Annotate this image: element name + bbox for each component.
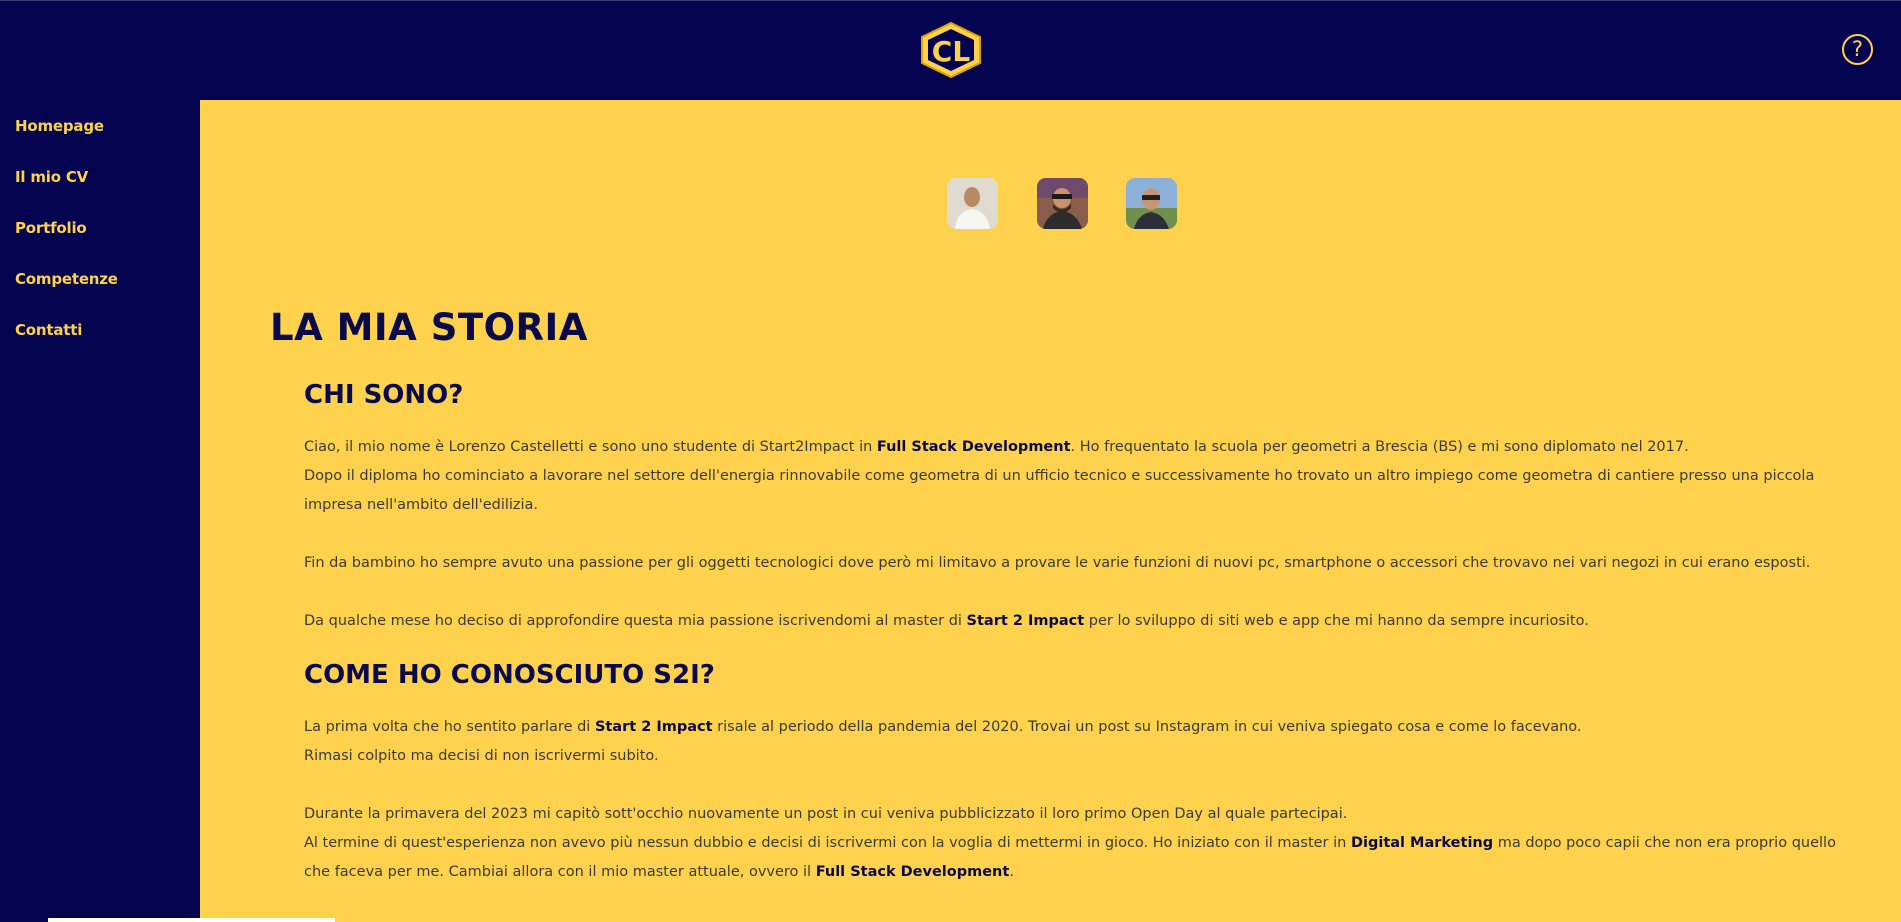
avatar[interactable] — [1037, 178, 1088, 229]
paragraph: Fin da bambino ho sempre avuto una passi… — [304, 555, 1811, 571]
sidebar-item-homepage[interactable]: Homepage — [15, 117, 104, 135]
paragraph: Da qualche mese ho deciso di approfondir… — [304, 613, 1589, 629]
paragraph: Ciao, il mio nome è Lorenzo Castelletti … — [304, 439, 1815, 513]
highlight-text: Full Stack Development — [876, 439, 1071, 455]
top-header: CL ? — [0, 0, 1901, 100]
avatar[interactable] — [947, 178, 998, 229]
highlight-text: Full Stack Development — [815, 864, 1010, 880]
paragraph: Durante la primavera del 2023 mi capitò … — [304, 806, 1836, 880]
sidebar-item-contatti[interactable]: Contatti — [15, 321, 82, 339]
section-heading-chi-sono: CHI SONO? — [304, 380, 464, 410]
highlight-text: Start 2 Impact — [594, 719, 713, 735]
logo[interactable]: CL — [918, 21, 984, 79]
highlight-text: Digital Marketing — [1350, 835, 1494, 851]
sidebar-item-portfolio[interactable]: Portfolio — [15, 219, 87, 237]
section-heading-come-ho-conosciuto: COME HO CONOSCIUTO S2I? — [304, 660, 715, 690]
avatar[interactable] — [1126, 178, 1177, 229]
highlight-text: Start 2 Impact — [966, 613, 1085, 629]
sidebar: Homepage Il mio CV Portfolio Competenze … — [0, 100, 200, 922]
paragraph: La prima volta che ho sentito parlare di… — [304, 719, 1582, 764]
sidebar-item-cv[interactable]: Il mio CV — [15, 168, 88, 186]
help-icon[interactable]: ? — [1842, 34, 1873, 65]
page-title: LA MIA STORIA — [270, 306, 588, 349]
sidebar-item-competenze[interactable]: Competenze — [15, 270, 118, 288]
horizontal-scrollbar[interactable] — [48, 918, 335, 922]
main-content: LA MIA STORIA CHI SONO? Ciao, il mio nom… — [200, 100, 1901, 922]
svg-text:CL: CL — [932, 35, 971, 68]
